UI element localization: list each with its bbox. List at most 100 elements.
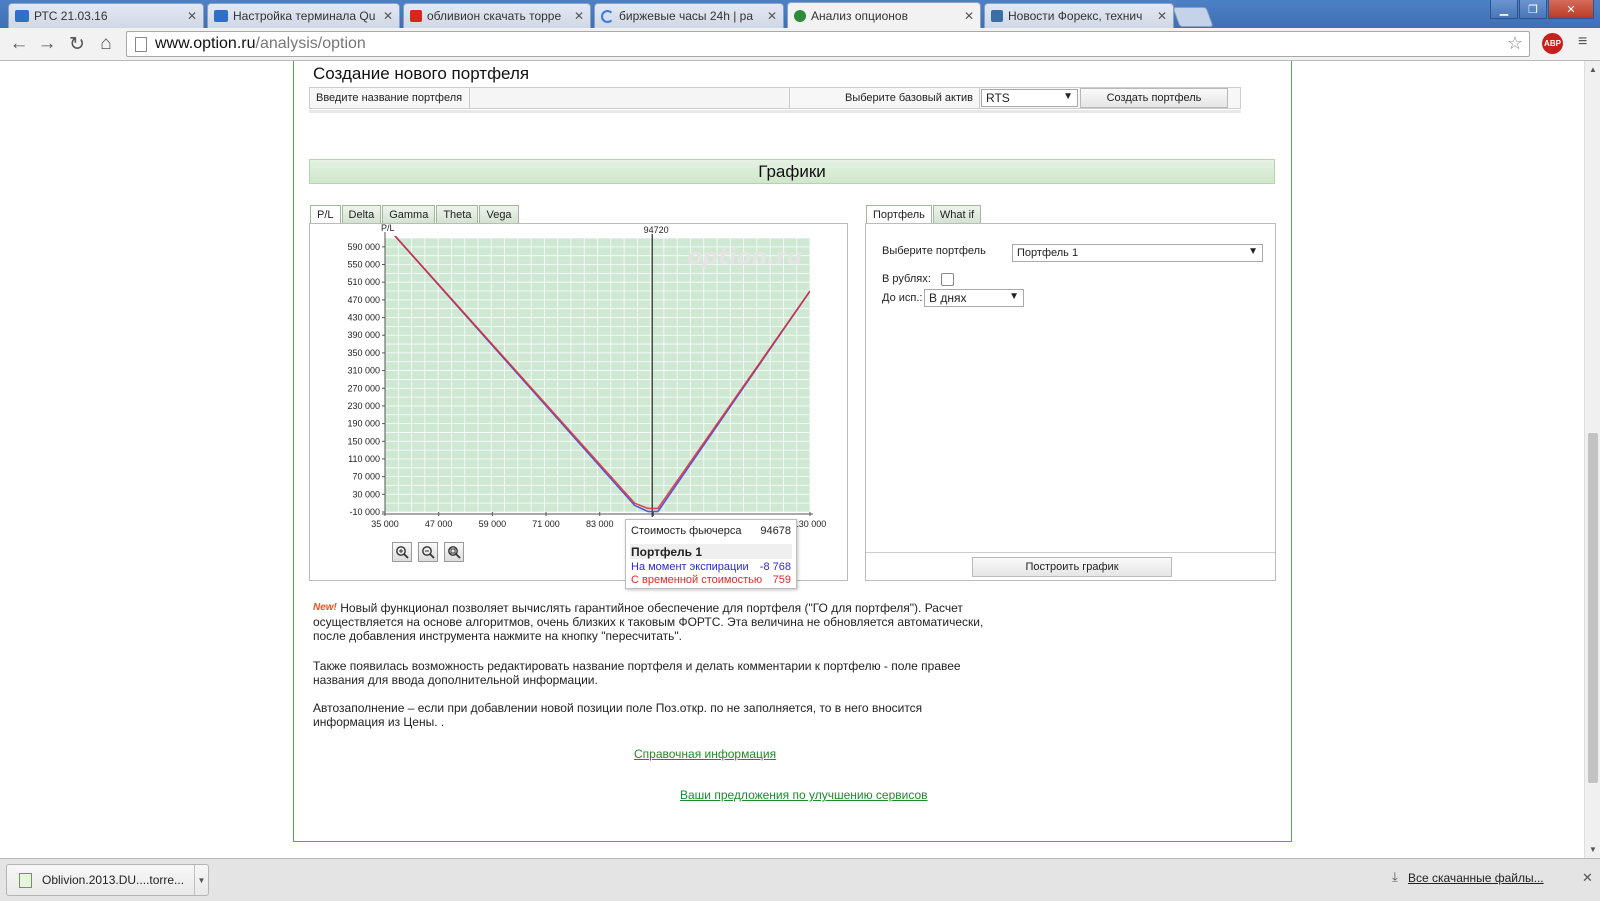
dropdown-arrow-icon: ▼ <box>1063 91 1073 102</box>
close-icon[interactable]: ✕ <box>187 9 197 23</box>
tooltip-time-value: 759 <box>772 574 791 586</box>
portfolio-name-label: Введите название портфеля <box>310 88 470 108</box>
create-portfolio-button[interactable]: Создать портфель <box>1080 88 1228 108</box>
tab-gamma[interactable]: Gamma <box>382 205 436 223</box>
y-tick-label: 150 000 <box>347 436 380 446</box>
x-tick-label: 47 000 <box>425 519 453 529</box>
home-icon[interactable]: ⌂ <box>95 33 117 55</box>
y-tick-label: 190 000 <box>347 419 380 429</box>
address-bar[interactable]: www.option.ru/analysis/option ☆ <box>126 31 1530 57</box>
url-host: www.option.ru <box>155 35 256 52</box>
zoom-out-icon <box>422 546 435 559</box>
scroll-up-icon[interactable]: ▲ <box>1589 65 1597 74</box>
portfolio-tabs: Портфель What if <box>866 205 982 223</box>
tooltip-expiry-label: На момент экспирации <box>631 561 749 573</box>
build-chart-button[interactable]: Построить график <box>972 557 1172 577</box>
tooltip-time-label: С временной стоимостью <box>631 574 763 586</box>
info-text-3: Автозаполнение – если при добавлении нов… <box>313 701 923 729</box>
download-shelf: Oblivion.2013.DU....torre... ▼ ⤓ Все ска… <box>0 858 1600 901</box>
tab-what-if[interactable]: What if <box>932 205 982 223</box>
window-controls: ▁ ❐ ✕ <box>1489 0 1594 19</box>
new-tab-button[interactable] <box>1172 7 1214 27</box>
base-asset-label: Выберите базовый актив <box>790 88 980 108</box>
tooltip-expiry-value: -8 768 <box>759 561 791 573</box>
portfolio-name-input[interactable] <box>470 88 790 108</box>
download-arrow-icon: ⤓ <box>1392 869 1398 884</box>
all-downloads-link[interactable]: Все скачанные файлы... <box>1408 871 1544 885</box>
y-tick-label: 230 000 <box>347 401 380 411</box>
vertical-scrollbar[interactable]: ▲ ▼ <box>1584 61 1600 858</box>
watermark: option.ru <box>687 245 802 270</box>
close-icon[interactable]: ✕ <box>767 9 777 23</box>
tab-3[interactable]: биржевые часы 24h | ра ✕ <box>594 3 784 28</box>
expiry-select[interactable]: В днях ▼ <box>924 289 1024 307</box>
url-path: /analysis/option <box>255 35 366 52</box>
window-close-icon[interactable]: ✕ <box>1548 0 1594 19</box>
tab-2[interactable]: обливион скачать торре ✕ <box>403 3 591 28</box>
y-tick-label: 470 000 <box>347 295 380 305</box>
tab-pl[interactable]: P/L <box>310 205 341 223</box>
y-tick-label: 590 000 <box>347 242 380 252</box>
y-tick-label: 510 000 <box>347 277 380 287</box>
ms-favicon-icon <box>15 10 29 22</box>
scroll-down-icon[interactable]: ▼ <box>1589 845 1597 854</box>
y-tick-label: 310 000 <box>347 366 380 376</box>
base-asset-select[interactable]: RTS ▼ <box>981 89 1078 107</box>
reload-icon[interactable]: ↻ <box>66 33 88 55</box>
zoom-out-button[interactable] <box>418 542 438 562</box>
y-tick-label: 550 000 <box>347 260 380 270</box>
forex-favicon-icon <box>991 10 1003 22</box>
tab-title: обливион скачать торре <box>427 9 562 23</box>
tab-5[interactable]: Новости Форекс, технич ✕ <box>984 3 1174 28</box>
close-icon[interactable]: ✕ <box>1157 9 1167 23</box>
close-shelf-icon[interactable]: ✕ <box>1582 870 1593 886</box>
graphs-header: Графики <box>309 159 1275 184</box>
forward-icon[interactable]: → <box>36 33 58 55</box>
info-text-1: Новый функционал позволяет вычислять гар… <box>313 601 984 643</box>
maximize-icon[interactable]: ❐ <box>1519 0 1547 19</box>
tab-1[interactable]: Настройка терминала Qu ✕ <box>207 3 400 28</box>
y-tick-label: 430 000 <box>347 313 380 323</box>
create-portfolio-row: Введите название портфеля Выберите базов… <box>309 87 1241 113</box>
tooltip-portfolio-name: Портфель 1 <box>630 544 792 559</box>
yandex-favicon-icon <box>410 10 422 22</box>
x-tick-label: 83 000 <box>586 519 614 529</box>
y-tick-label: 110 000 <box>348 454 380 464</box>
zoom-reset-button[interactable] <box>444 542 464 562</box>
rubles-checkbox[interactable] <box>941 273 954 286</box>
minimize-icon[interactable]: ▁ <box>1490 0 1518 19</box>
close-icon[interactable]: ✕ <box>383 9 393 23</box>
tab-title: Анализ опционов <box>811 8 908 23</box>
menu-icon[interactable]: ≡ <box>1578 33 1592 53</box>
close-icon[interactable]: ✕ <box>574 9 584 23</box>
option-favicon-icon <box>794 9 806 22</box>
tab-title: биржевые часы 24h | ра <box>619 9 753 23</box>
download-menu-icon[interactable]: ▼ <box>194 865 208 895</box>
back-icon[interactable]: ← <box>8 33 30 55</box>
tooltip-futures-label: Стоимость фьючерса <box>631 525 742 537</box>
zoom-reset-icon <box>448 546 461 559</box>
zoom-in-button[interactable] <box>392 542 412 562</box>
portfolio-select[interactable]: Портфель 1 ▼ <box>1012 244 1263 262</box>
tab-vega[interactable]: Vega <box>479 205 519 223</box>
tab-4[interactable]: Анализ опционов ✕ <box>787 2 981 28</box>
create-portfolio-title: Создание нового портфеля <box>313 64 530 83</box>
url-text: www.option.ru/analysis/option <box>155 35 366 53</box>
help-link[interactable]: Справочная информация <box>634 747 776 761</box>
suggestions-link[interactable]: Ваши предложения по улучшению сервисов <box>680 788 928 802</box>
adblock-icon[interactable]: ABP <box>1542 33 1563 54</box>
browser-toolbar: ← → ↻ ⌂ www.option.ru/analysis/option ☆ <box>0 28 1600 61</box>
pl-chart[interactable]: option.ru P/L590 000 550 000 510 000 470 000… <box>310 223 847 529</box>
divider <box>866 552 1275 553</box>
scrollbar-thumb[interactable] <box>1588 433 1598 783</box>
download-item[interactable]: Oblivion.2013.DU....torre... ▼ <box>6 864 209 896</box>
tab-theta[interactable]: Theta <box>436 205 479 223</box>
tab-delta[interactable]: Delta <box>341 205 382 223</box>
close-icon[interactable]: ✕ <box>964 9 974 23</box>
tooltip-time-row: С временной стоимостью 759 <box>631 574 791 586</box>
bookmark-star-icon[interactable]: ☆ <box>1507 33 1523 54</box>
tab-0[interactable]: РТС 21.03.16 ✕ <box>8 3 204 28</box>
y-tick-label: -10 000 <box>349 507 380 517</box>
tab-portfolio[interactable]: Портфель <box>866 205 932 223</box>
tab-title: Новости Форекс, технич <box>1008 9 1143 23</box>
